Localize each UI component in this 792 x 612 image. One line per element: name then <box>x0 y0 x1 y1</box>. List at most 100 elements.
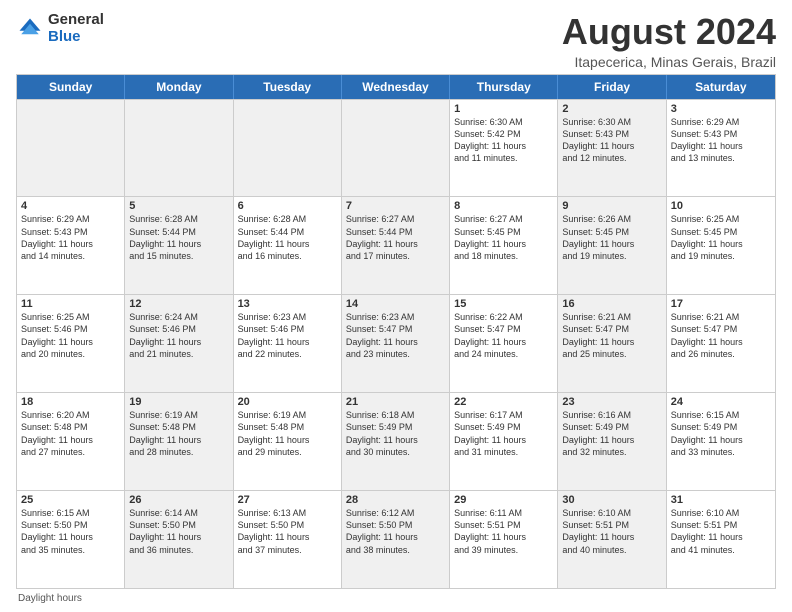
logo: General Blue <box>16 12 104 45</box>
cal-cell-12: 12Sunrise: 6:24 AM Sunset: 5:46 PM Dayli… <box>125 295 233 392</box>
cal-cell-21: 21Sunrise: 6:18 AM Sunset: 5:49 PM Dayli… <box>342 393 450 490</box>
cal-cell-4: 4Sunrise: 6:29 AM Sunset: 5:43 PM Daylig… <box>17 197 125 294</box>
cal-cell-20: 20Sunrise: 6:19 AM Sunset: 5:48 PM Dayli… <box>234 393 342 490</box>
day-number: 12 <box>129 298 228 310</box>
day-number: 21 <box>346 396 445 408</box>
day-number: 24 <box>671 396 771 408</box>
header: General Blue August 2024 Itapecerica, Mi… <box>16 12 776 70</box>
day-number: 20 <box>238 396 337 408</box>
cal-cell-29: 29Sunrise: 6:11 AM Sunset: 5:51 PM Dayli… <box>450 491 558 588</box>
logo-icon <box>16 15 44 43</box>
calendar-header: SundayMondayTuesdayWednesdayThursdayFrid… <box>17 75 775 99</box>
cal-cell-10: 10Sunrise: 6:25 AM Sunset: 5:45 PM Dayli… <box>667 197 775 294</box>
cal-cell-19: 19Sunrise: 6:19 AM Sunset: 5:48 PM Dayli… <box>125 393 233 490</box>
day-number: 4 <box>21 200 120 212</box>
day-info: Sunrise: 6:17 AM Sunset: 5:49 PM Dayligh… <box>454 409 553 458</box>
cal-cell-1: 1Sunrise: 6:30 AM Sunset: 5:42 PM Daylig… <box>450 100 558 197</box>
day-number: 11 <box>21 298 120 310</box>
day-info: Sunrise: 6:20 AM Sunset: 5:48 PM Dayligh… <box>21 409 120 458</box>
day-info: Sunrise: 6:19 AM Sunset: 5:48 PM Dayligh… <box>129 409 228 458</box>
day-number: 2 <box>562 103 661 115</box>
cal-cell-7: 7Sunrise: 6:27 AM Sunset: 5:44 PM Daylig… <box>342 197 450 294</box>
cal-cell-25: 25Sunrise: 6:15 AM Sunset: 5:50 PM Dayli… <box>17 491 125 588</box>
day-number: 19 <box>129 396 228 408</box>
header-day-wednesday: Wednesday <box>342 75 450 99</box>
day-info: Sunrise: 6:18 AM Sunset: 5:49 PM Dayligh… <box>346 409 445 458</box>
day-number: 5 <box>129 200 228 212</box>
cal-cell-22: 22Sunrise: 6:17 AM Sunset: 5:49 PM Dayli… <box>450 393 558 490</box>
day-info: Sunrise: 6:21 AM Sunset: 5:47 PM Dayligh… <box>562 311 661 360</box>
footer-text: Daylight hours <box>18 593 82 604</box>
cal-cell-empty-2 <box>234 100 342 197</box>
cal-cell-24: 24Sunrise: 6:15 AM Sunset: 5:49 PM Dayli… <box>667 393 775 490</box>
day-number: 13 <box>238 298 337 310</box>
cal-cell-30: 30Sunrise: 6:10 AM Sunset: 5:51 PM Dayli… <box>558 491 666 588</box>
cal-cell-17: 17Sunrise: 6:21 AM Sunset: 5:47 PM Dayli… <box>667 295 775 392</box>
day-info: Sunrise: 6:12 AM Sunset: 5:50 PM Dayligh… <box>346 507 445 556</box>
day-info: Sunrise: 6:22 AM Sunset: 5:47 PM Dayligh… <box>454 311 553 360</box>
day-info: Sunrise: 6:15 AM Sunset: 5:50 PM Dayligh… <box>21 507 120 556</box>
day-number: 18 <box>21 396 120 408</box>
main-title: August 2024 <box>562 12 776 52</box>
week-row-1: 1Sunrise: 6:30 AM Sunset: 5:42 PM Daylig… <box>17 99 775 197</box>
day-number: 15 <box>454 298 553 310</box>
day-info: Sunrise: 6:30 AM Sunset: 5:42 PM Dayligh… <box>454 116 553 165</box>
day-info: Sunrise: 6:15 AM Sunset: 5:49 PM Dayligh… <box>671 409 771 458</box>
day-info: Sunrise: 6:30 AM Sunset: 5:43 PM Dayligh… <box>562 116 661 165</box>
week-row-5: 25Sunrise: 6:15 AM Sunset: 5:50 PM Dayli… <box>17 490 775 588</box>
day-info: Sunrise: 6:24 AM Sunset: 5:46 PM Dayligh… <box>129 311 228 360</box>
day-info: Sunrise: 6:14 AM Sunset: 5:50 PM Dayligh… <box>129 507 228 556</box>
day-number: 3 <box>671 103 771 115</box>
day-info: Sunrise: 6:29 AM Sunset: 5:43 PM Dayligh… <box>671 116 771 165</box>
day-info: Sunrise: 6:28 AM Sunset: 5:44 PM Dayligh… <box>238 213 337 262</box>
day-info: Sunrise: 6:28 AM Sunset: 5:44 PM Dayligh… <box>129 213 228 262</box>
cal-cell-6: 6Sunrise: 6:28 AM Sunset: 5:44 PM Daylig… <box>234 197 342 294</box>
day-info: Sunrise: 6:19 AM Sunset: 5:48 PM Dayligh… <box>238 409 337 458</box>
header-day-monday: Monday <box>125 75 233 99</box>
header-day-friday: Friday <box>558 75 666 99</box>
title-block: August 2024 Itapecerica, Minas Gerais, B… <box>562 12 776 70</box>
cal-cell-18: 18Sunrise: 6:20 AM Sunset: 5:48 PM Dayli… <box>17 393 125 490</box>
day-info: Sunrise: 6:25 AM Sunset: 5:45 PM Dayligh… <box>671 213 771 262</box>
week-row-3: 11Sunrise: 6:25 AM Sunset: 5:46 PM Dayli… <box>17 294 775 392</box>
logo-text: General Blue <box>48 12 104 45</box>
cal-cell-31: 31Sunrise: 6:10 AM Sunset: 5:51 PM Dayli… <box>667 491 775 588</box>
calendar: SundayMondayTuesdayWednesdayThursdayFrid… <box>16 74 776 589</box>
cal-cell-28: 28Sunrise: 6:12 AM Sunset: 5:50 PM Dayli… <box>342 491 450 588</box>
cal-cell-15: 15Sunrise: 6:22 AM Sunset: 5:47 PM Dayli… <box>450 295 558 392</box>
week-row-4: 18Sunrise: 6:20 AM Sunset: 5:48 PM Dayli… <box>17 392 775 490</box>
footer: Daylight hours <box>16 593 776 604</box>
day-number: 8 <box>454 200 553 212</box>
day-info: Sunrise: 6:27 AM Sunset: 5:44 PM Dayligh… <box>346 213 445 262</box>
day-number: 6 <box>238 200 337 212</box>
day-number: 7 <box>346 200 445 212</box>
header-day-sunday: Sunday <box>17 75 125 99</box>
day-number: 27 <box>238 494 337 506</box>
day-info: Sunrise: 6:29 AM Sunset: 5:43 PM Dayligh… <box>21 213 120 262</box>
day-number: 25 <box>21 494 120 506</box>
day-number: 26 <box>129 494 228 506</box>
day-info: Sunrise: 6:25 AM Sunset: 5:46 PM Dayligh… <box>21 311 120 360</box>
day-info: Sunrise: 6:11 AM Sunset: 5:51 PM Dayligh… <box>454 507 553 556</box>
cal-cell-23: 23Sunrise: 6:16 AM Sunset: 5:49 PM Dayli… <box>558 393 666 490</box>
day-info: Sunrise: 6:23 AM Sunset: 5:47 PM Dayligh… <box>346 311 445 360</box>
cal-cell-empty-1 <box>125 100 233 197</box>
day-info: Sunrise: 6:10 AM Sunset: 5:51 PM Dayligh… <box>671 507 771 556</box>
day-number: 22 <box>454 396 553 408</box>
day-number: 28 <box>346 494 445 506</box>
day-number: 1 <box>454 103 553 115</box>
day-number: 23 <box>562 396 661 408</box>
day-number: 31 <box>671 494 771 506</box>
week-row-2: 4Sunrise: 6:29 AM Sunset: 5:43 PM Daylig… <box>17 196 775 294</box>
page: General Blue August 2024 Itapecerica, Mi… <box>0 0 792 612</box>
day-info: Sunrise: 6:16 AM Sunset: 5:49 PM Dayligh… <box>562 409 661 458</box>
header-day-thursday: Thursday <box>450 75 558 99</box>
day-number: 30 <box>562 494 661 506</box>
header-day-tuesday: Tuesday <box>234 75 342 99</box>
day-info: Sunrise: 6:23 AM Sunset: 5:46 PM Dayligh… <box>238 311 337 360</box>
cal-cell-empty-3 <box>342 100 450 197</box>
subtitle: Itapecerica, Minas Gerais, Brazil <box>562 54 776 70</box>
cal-cell-16: 16Sunrise: 6:21 AM Sunset: 5:47 PM Dayli… <box>558 295 666 392</box>
day-number: 9 <box>562 200 661 212</box>
day-number: 16 <box>562 298 661 310</box>
